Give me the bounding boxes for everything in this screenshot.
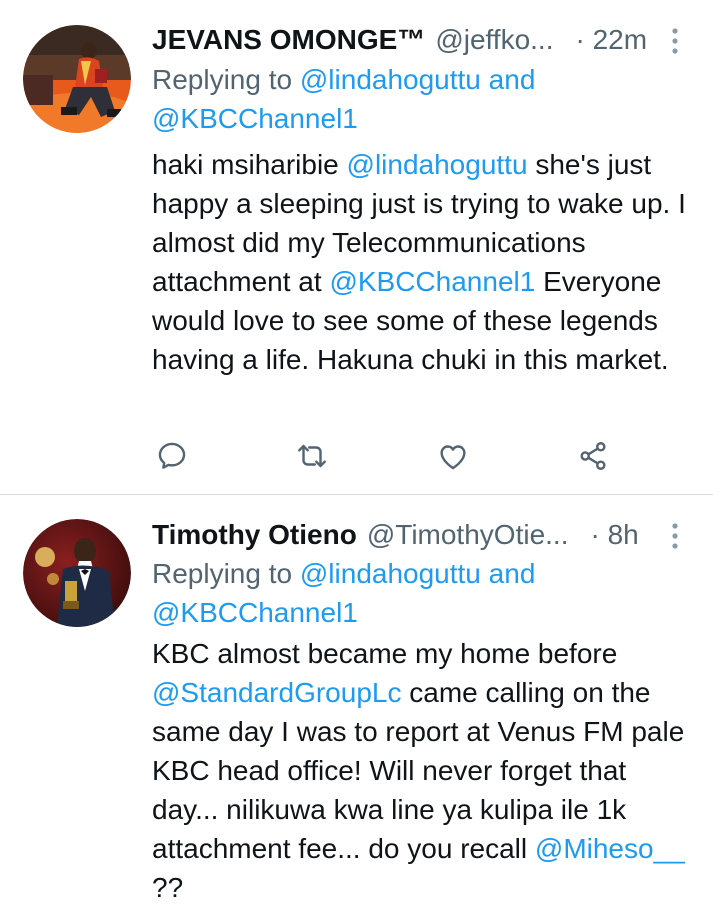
replying-to-label: Replying to bbox=[152, 64, 300, 95]
tweet-text-segment: KBC almost became my home before bbox=[152, 638, 618, 669]
share-button[interactable] bbox=[573, 436, 613, 476]
avatar-photo bbox=[23, 519, 131, 627]
tweet-text: haki msiharibie @lindahoguttu she's just… bbox=[152, 145, 695, 379]
like-button[interactable] bbox=[433, 436, 473, 476]
reply-button[interactable] bbox=[152, 436, 192, 476]
tweet-text: KBC almost became my home before @Standa… bbox=[152, 634, 695, 907]
mention-link[interactable]: @KBCChannel1 bbox=[152, 597, 358, 628]
display-name[interactable]: JEVANS OMONGE™ bbox=[152, 24, 425, 56]
display-name[interactable]: Timothy Otieno bbox=[152, 519, 357, 551]
avatar[interactable] bbox=[23, 519, 131, 627]
tweet-header: JEVANS OMONGE™ @jeffko... · 22m bbox=[152, 20, 689, 60]
retweet-button[interactable] bbox=[292, 436, 332, 476]
tweet-actions bbox=[152, 436, 632, 476]
tweet-text-segment: ?? bbox=[152, 872, 184, 903]
replying-to: Replying to @lindahoguttu and @KBCChanne… bbox=[152, 60, 535, 138]
mention-link[interactable]: @StandardGroupLc bbox=[152, 677, 401, 708]
like-icon bbox=[440, 445, 466, 470]
avatar[interactable] bbox=[23, 25, 131, 133]
mention-link[interactable]: @lindahoguttu bbox=[347, 149, 528, 180]
mention-link[interactable]: @KBCChannel1 bbox=[329, 266, 535, 297]
avatar-photo bbox=[23, 25, 131, 133]
tweet-header: Timothy Otieno @TimothyOtie... · 8h bbox=[152, 515, 689, 555]
user-handle[interactable]: @jeffko... bbox=[435, 24, 553, 56]
mention-link[interactable]: @KBCChannel1 bbox=[152, 103, 358, 134]
reply-icon bbox=[158, 442, 186, 469]
more-options-icon[interactable] bbox=[665, 26, 685, 56]
replying-to-label: Replying to bbox=[152, 558, 300, 589]
replying-to: Replying to @lindahoguttu and @KBCChanne… bbox=[152, 554, 535, 632]
retweet-icon bbox=[298, 444, 326, 468]
tweet-text-segment: haki msiharibie bbox=[152, 149, 347, 180]
replying-to-and: and bbox=[480, 64, 536, 95]
mention-link[interactable]: @lindahoguttu bbox=[300, 64, 481, 95]
tweet[interactable]: JEVANS OMONGE™ @jeffko... · 22m Replying… bbox=[0, 0, 713, 495]
user-handle[interactable]: @TimothyOtie... bbox=[367, 519, 569, 551]
timestamp[interactable]: · 22m bbox=[576, 24, 648, 56]
more-options-icon[interactable] bbox=[665, 521, 685, 551]
replying-to-and: and bbox=[480, 558, 536, 589]
timestamp[interactable]: · 8h bbox=[590, 519, 638, 551]
share-icon bbox=[580, 442, 606, 470]
tweet[interactable]: Timothy Otieno @TimothyOtie... · 8h Repl… bbox=[0, 495, 713, 917]
mention-link[interactable]: @lindahoguttu bbox=[300, 558, 481, 589]
mention-link[interactable]: @Miheso__ bbox=[535, 833, 685, 864]
